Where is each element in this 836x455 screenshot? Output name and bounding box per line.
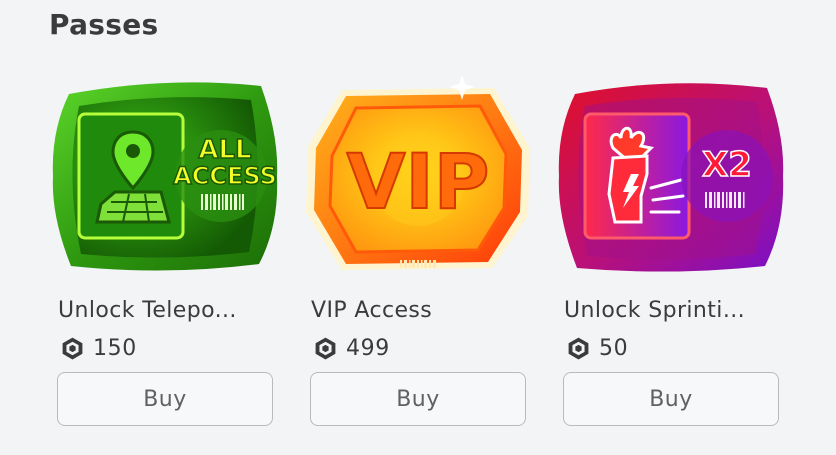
price-value: 150 bbox=[93, 335, 137, 361]
badge-text: X2 bbox=[702, 145, 752, 185]
buy-button[interactable]: Buy bbox=[310, 372, 526, 426]
pass-name[interactable]: Unlock Sprinti... bbox=[564, 298, 778, 323]
price-value: 499 bbox=[346, 335, 390, 361]
pass-price: 150 bbox=[60, 334, 137, 362]
robux-icon bbox=[566, 336, 591, 361]
vip-pass-art: VIP bbox=[306, 76, 530, 270]
pass-price: 50 bbox=[566, 334, 628, 362]
badge-text: ALL bbox=[198, 135, 251, 165]
badge-text: ACCESS bbox=[173, 162, 277, 190]
buy-button[interactable]: Buy bbox=[57, 372, 273, 426]
buy-button[interactable]: Buy bbox=[563, 372, 779, 426]
robux-icon bbox=[60, 336, 85, 361]
pass-thumbnail[interactable]: ALL ACCESS bbox=[49, 76, 281, 276]
robux-icon bbox=[313, 336, 338, 361]
pass-thumbnail[interactable]: VIP bbox=[302, 76, 534, 276]
section-title: Passes bbox=[49, 8, 159, 41]
pass-name[interactable]: VIP Access bbox=[311, 298, 525, 323]
pass-thumbnail[interactable]: X2 bbox=[555, 76, 787, 276]
pass-name[interactable]: Unlock Telepo... bbox=[58, 298, 272, 323]
price-value: 50 bbox=[599, 335, 629, 361]
all-access-pass-art: ALL ACCESS bbox=[52, 82, 278, 271]
badge-text: VIP bbox=[347, 137, 490, 226]
barcode-icon bbox=[400, 260, 436, 268]
sprint-pass-art: X2 bbox=[558, 83, 784, 272]
pass-price: 499 bbox=[313, 334, 390, 362]
